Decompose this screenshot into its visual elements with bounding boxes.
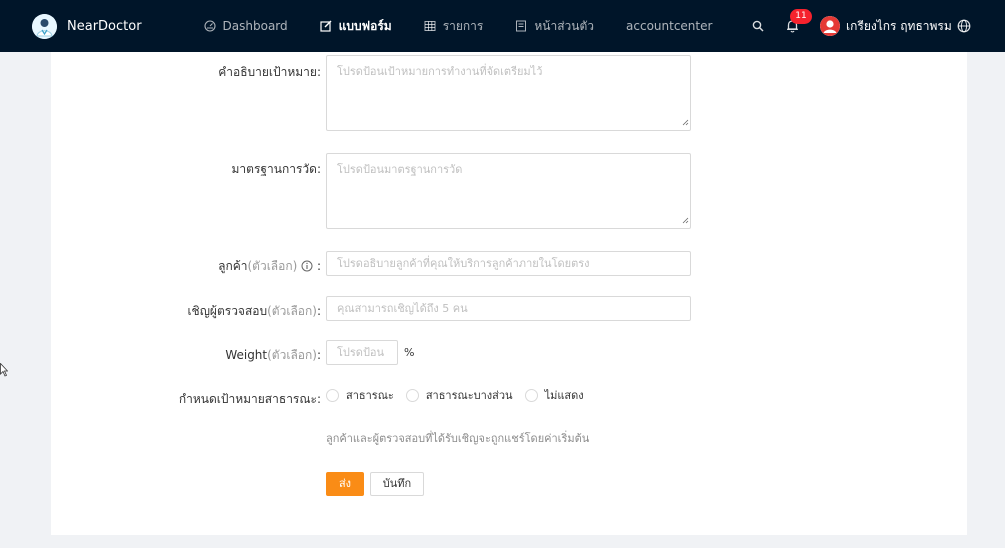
radio-circle[interactable] [524,388,538,402]
placeholder: คุณสามารถเชิญได้ถึง 5 คน [337,302,468,315]
label-text: มาตรฐานการวัด [231,162,317,176]
radio-partial-public[interactable]: สาธารณะบางส่วน [405,386,513,404]
user-menu[interactable]: เกรียงไกร ฤทธาพรม [820,16,952,36]
optional-text: (ตัวเลือก) [247,259,298,273]
username: เกรียงไกร ฤทธาพรม [846,18,952,33]
menu-item-label: Dashboard [222,19,288,33]
info-circle-icon[interactable] [301,260,313,275]
menu-item-dashboard[interactable]: Dashboard [188,0,304,52]
menu-item-label: แบบฟอร์ม [338,18,392,33]
resize-grip-icon[interactable] [682,116,689,129]
menu-item-form[interactable]: แบบฟอร์ม [304,0,408,52]
radio-label: สาธารณะ [346,389,394,402]
metrics-textarea[interactable]: โปรดป้อนมาตรฐานการวัด [326,153,691,229]
save-button[interactable]: บันทึก [370,472,424,496]
metrics-label: มาตรฐานการวัด: [231,162,321,176]
menu-item-label: รายการ [442,18,484,33]
radio-circle[interactable] [405,388,419,402]
label-text: คำอธิบายเป้าหมาย [218,65,317,79]
client-input[interactable]: โปรดอธิบายลูกค้าที่คุณให้บริการลูกค้าภาย… [326,251,691,276]
avatar [820,16,840,36]
menu-item-label: หน้าส่วนตัว [534,18,595,33]
top-navigation-bar: NearDoctor Dashboard แบบฟอร์ม รายการ หน้… [0,0,1005,52]
dashboard-icon [203,20,216,32]
radio-label: ไม่แสดง [544,389,584,402]
notification-badge: 11 [790,9,812,24]
form-icon [320,20,332,32]
globe-icon[interactable] [957,19,971,33]
placeholder: โปรดอธิบายลูกค้าที่คุณให้บริการลูกค้าภาย… [337,257,590,270]
public-target-label: กำหนดเป้าหมายสาธารณะ: [178,392,321,406]
placeholder: โปรดป้อน [337,346,385,359]
profile-icon [515,20,527,32]
radio-label: สาธารณะบางส่วน [425,389,513,402]
weight-unit: % [404,346,415,359]
invites-input[interactable]: คุณสามารถเชิญได้ถึง 5 คน [326,296,691,321]
search-icon[interactable] [752,20,764,32]
radio-public[interactable]: สาธารณะ [326,386,394,404]
mouse-cursor-icon [0,362,9,380]
weight-label: Weight(ตัวเลือก): [225,348,321,362]
optional-text: (ตัวเลือก) [267,348,317,362]
radio-circle[interactable] [326,388,339,402]
label-text: ลูกค้า [218,259,248,273]
invites-label: เชิญผู้ตรวจสอบ(ตัวเลือก): [187,304,321,318]
table-icon [424,20,436,32]
public-target-radio-group: สาธารณะ สาธารณะบางส่วน ไม่แสดง [326,386,596,404]
brand-name: NearDoctor [67,18,142,34]
resize-grip-icon[interactable] [682,214,689,227]
client-label: ลูกค้า(ตัวเลือก) : [218,259,321,275]
menu-item-profile[interactable]: หน้าส่วนตัว [499,0,610,52]
goal-description-label: คำอธิบายเป้าหมาย: [218,65,321,79]
optional-text: (ตัวเลือก) [267,304,317,318]
main-menu: Dashboard แบบฟอร์ม รายการ หน้าส่วนตัว ac… [188,0,729,52]
menu-item-accountcenter[interactable]: accountcenter [610,0,728,52]
radio-hidden[interactable]: ไม่แสดง [524,386,584,404]
menu-item-label: accountcenter [626,19,713,33]
label-text: กำหนดเป้าหมายสาธารณะ [178,392,317,406]
goal-description-textarea[interactable]: โปรดป้อนเป้าหมายการทำงานที่จัดเตรียมไว้ [326,55,691,131]
logo[interactable]: NearDoctor [32,13,142,39]
menu-item-list[interactable]: รายการ [408,0,500,52]
doctor-logo-icon [32,13,57,39]
share-hint-text: ลูกค้าและผู้ตรวจสอบที่ได้รับเชิญจะถูกแชร… [326,432,590,445]
submit-button[interactable]: ส่ง [326,472,364,496]
weight-input[interactable]: โปรดป้อน [326,340,398,365]
placeholder: โปรดป้อนมาตรฐานการวัด [337,163,463,176]
placeholder: โปรดป้อนเป้าหมายการทำงานที่จัดเตรียมไว้ [337,65,543,78]
label-text: เชิญผู้ตรวจสอบ [187,304,268,318]
label-text: Weight [225,348,268,362]
